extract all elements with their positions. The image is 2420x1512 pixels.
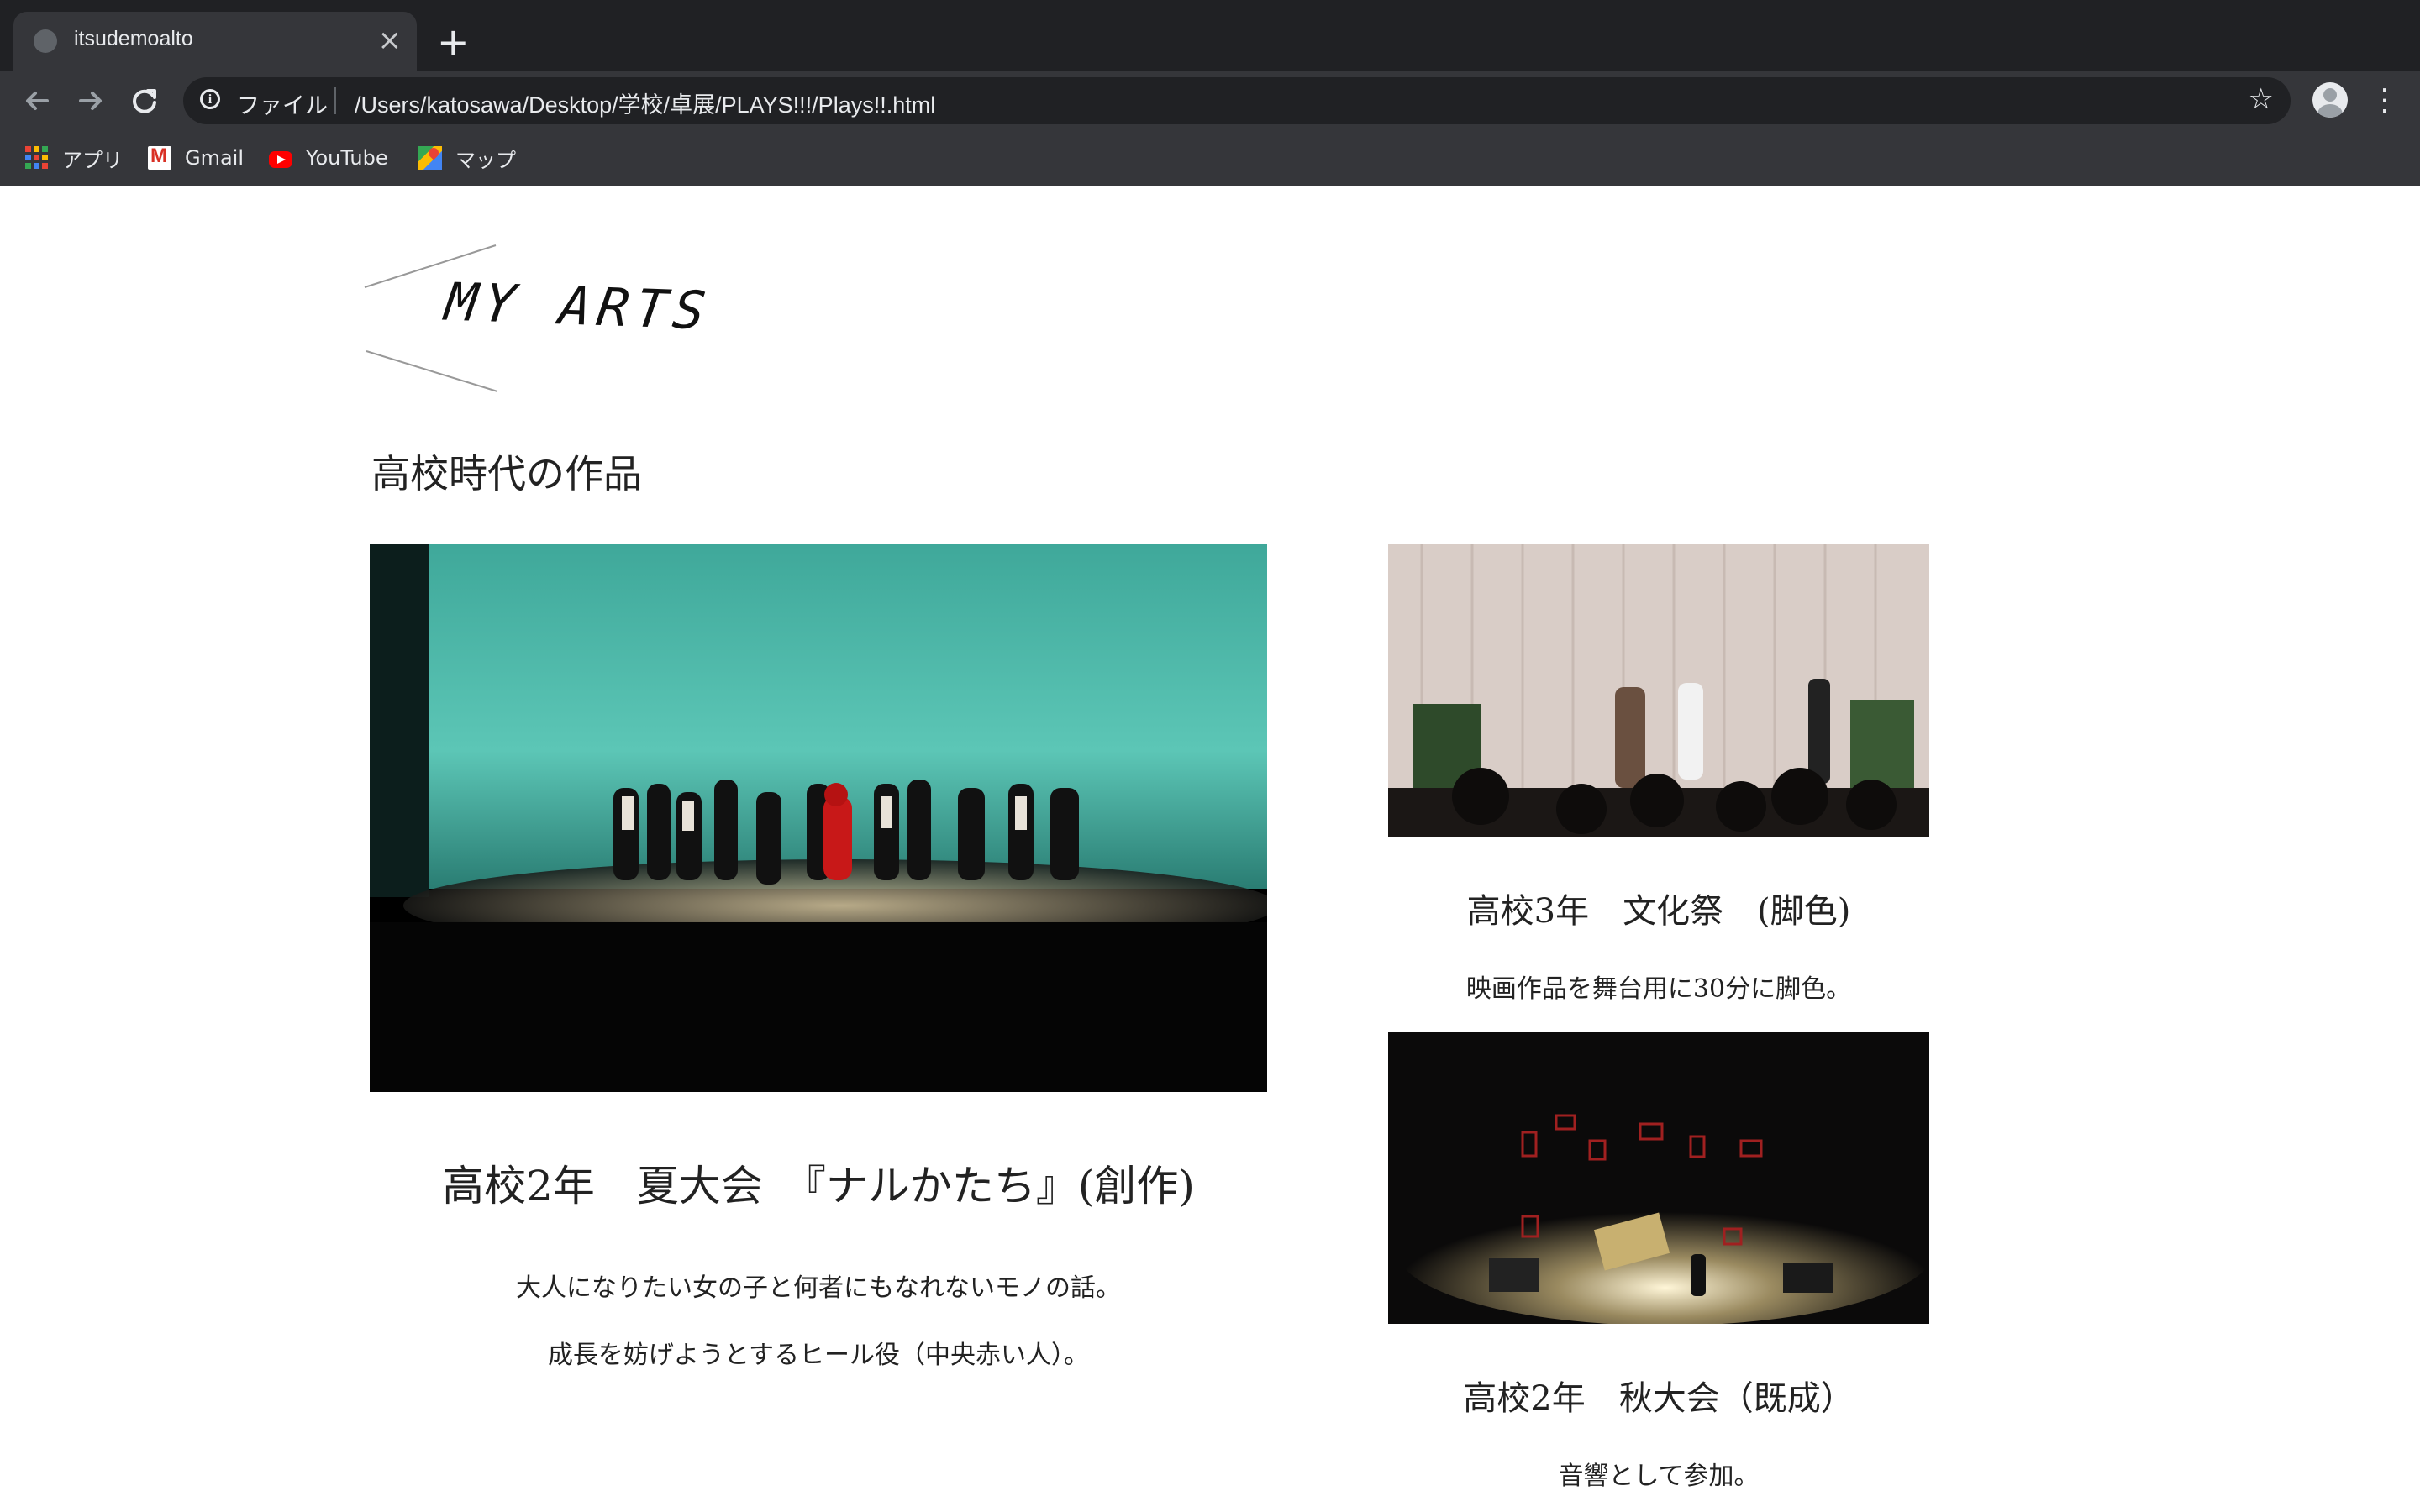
arrow-right-icon (79, 92, 102, 110)
apps-grid-icon (25, 146, 49, 170)
work-description-line: 大人になりたい女の子と何者にもなれないモノの話。 (516, 1273, 1121, 1303)
stage-photo-teal (370, 544, 1267, 1092)
address-bar[interactable]: i ファイル /Users/katosawa/Desktop/学校/卓展/PLA… (183, 77, 2291, 124)
bookmarks-bar: アプリ Gmail YouTube マップ (0, 131, 2420, 186)
bookmark-label: アプリ (62, 148, 123, 172)
forward-button[interactable] (69, 79, 113, 123)
url-text[interactable]: /Users/katosawa/Desktop/学校/卓展/PLAYS!!!/P… (355, 87, 935, 119)
section-title: 高校時代の作品 (371, 451, 642, 496)
browser-tab[interactable]: itsudemoalto × (13, 12, 417, 71)
kebab-menu-icon[interactable]: ⋮ (2370, 81, 2400, 121)
work-description-line: 成長を妨げようとするヒール役（中央赤い人）。 (547, 1341, 1090, 1370)
stage-photo-dark (1388, 1032, 1929, 1324)
work-photo-autumn-contest (1388, 1032, 1929, 1324)
maps-icon (418, 146, 442, 170)
bookmark-label: マップ (455, 148, 516, 172)
scheme-label: ファイル (237, 93, 328, 119)
close-icon[interactable]: × (378, 22, 402, 59)
logo-text: MY ARTS (441, 270, 716, 342)
bookmark-gmail[interactable]: Gmail (148, 141, 244, 175)
tab-title: itsudemoalto (74, 27, 193, 50)
tab-strip: itsudemoalto × + (0, 0, 2420, 71)
my-arts-logo: MY ARTS (361, 244, 716, 395)
work-description-line: 音響として参加。 (1558, 1462, 1760, 1491)
gmail-icon (148, 144, 171, 170)
work-title-culture-festival: 高校3年 文化祭 (脚色) (1466, 892, 1851, 931)
work-photo-culture-festival (1388, 544, 1929, 837)
reload-icon (133, 89, 156, 113)
info-icon[interactable]: i (200, 89, 220, 109)
work-description-line: 映画作品を舞台用に30分に脚色。 (1465, 974, 1852, 1004)
profile-avatar-icon[interactable] (2312, 82, 2348, 118)
globe-icon (34, 29, 57, 53)
stage-photo-curtain (1388, 544, 1929, 837)
new-tab-button[interactable]: + (437, 17, 470, 67)
bookmark-label: Gmail (185, 146, 245, 170)
browser-toolbar: i ファイル /Users/katosawa/Desktop/学校/卓展/PLA… (0, 71, 2420, 131)
bookmark-maps[interactable]: マップ (418, 141, 516, 175)
reload-button[interactable] (123, 79, 166, 123)
work-photo-summer-contest (370, 544, 1267, 1092)
youtube-icon (269, 151, 292, 168)
bookmark-apps[interactable]: アプリ (25, 141, 123, 175)
arrow-left-icon (26, 92, 49, 110)
back-button[interactable] (15, 79, 59, 123)
address-separator (334, 87, 336, 114)
bookmark-star-icon[interactable]: ☆ (2249, 82, 2274, 116)
bookmark-label: YouTube (306, 146, 388, 170)
work-title-summer-contest: 高校2年 夏大会 『ナルかたち』(創作) (442, 1162, 1195, 1210)
work-title-autumn-contest: 高校2年 秋大会（既成） (1463, 1379, 1854, 1418)
bookmark-youtube[interactable]: YouTube (269, 141, 388, 175)
